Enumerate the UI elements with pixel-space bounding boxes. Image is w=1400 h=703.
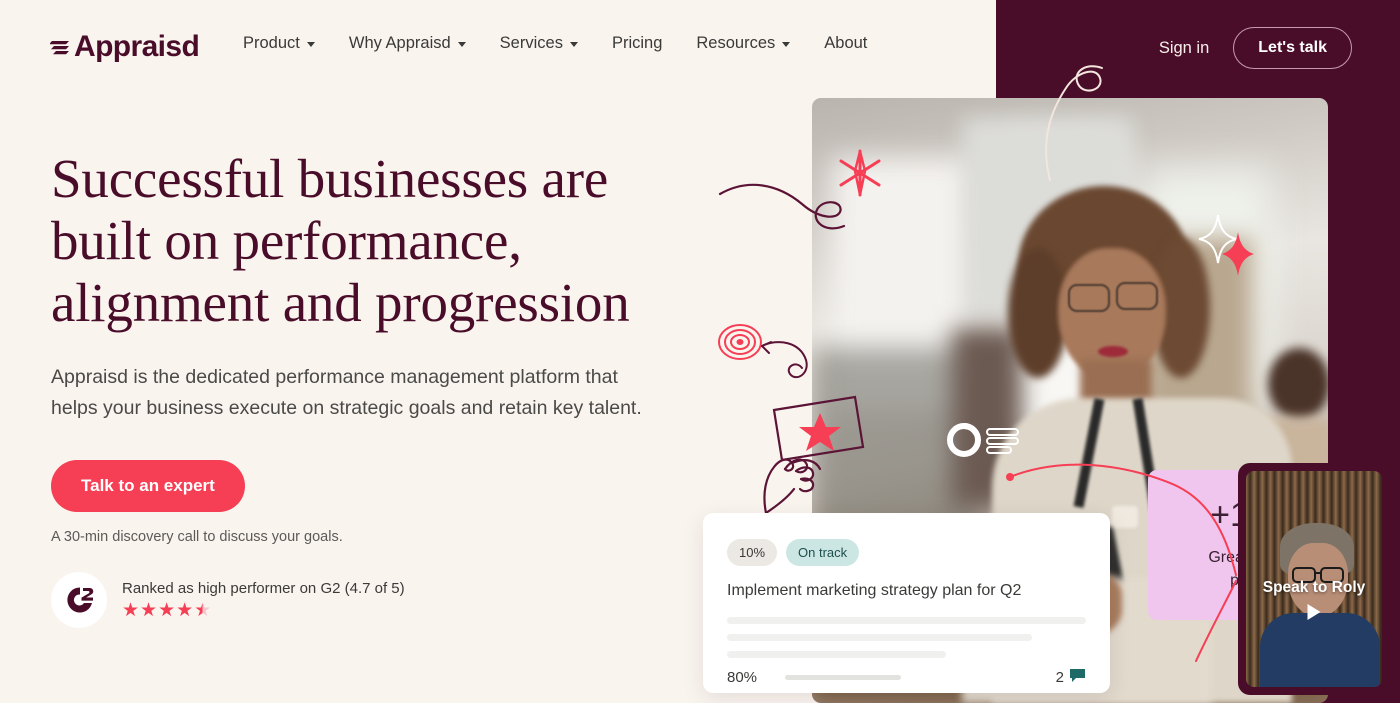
- goal-status-badge: On track: [786, 539, 860, 566]
- nav-item-why-appraisd-label: Why Appraisd: [348, 34, 451, 52]
- top-navigation-bar: Appraisd Product Why Appraisd Services P…: [0, 0, 1400, 94]
- chevron-down-icon: [782, 42, 791, 47]
- hero-copy: Successful businesses are built on perfo…: [51, 148, 691, 545]
- nav-actions: Sign in Let's talk: [1159, 27, 1352, 69]
- nav-item-pricing[interactable]: Pricing: [612, 34, 679, 53]
- chevron-down-icon: [569, 42, 578, 47]
- play-icon[interactable]: [1307, 604, 1321, 620]
- nav-item-resources[interactable]: Resources: [696, 34, 807, 53]
- star-icon: ★: [140, 600, 158, 621]
- appraisd-logo-mark-icon: [49, 35, 72, 59]
- red-sparkle-icon: [1220, 230, 1256, 283]
- g2-rating-text: Ranked as high performer on G2 (4.7 of 5…: [122, 580, 405, 597]
- goal-comments-count: 2: [1055, 669, 1064, 686]
- video-thumbnail[interactable]: Speak to Roly: [1246, 471, 1382, 687]
- goal-progress-bar: [785, 675, 901, 680]
- star-icon: ★: [122, 600, 140, 621]
- goal-percent-chip: 10%: [727, 539, 778, 566]
- placeholder-line: [727, 617, 1086, 624]
- star-icon: ★: [158, 600, 176, 621]
- speak-to-roly-video-widget[interactable]: Speak to Roly: [1238, 463, 1390, 695]
- nav-item-about[interactable]: About: [824, 34, 867, 53]
- nav-item-pricing-label: Pricing: [611, 34, 663, 52]
- goal-progress-label: 80%: [727, 669, 758, 686]
- nav-item-services-label: Services: [499, 34, 563, 52]
- white-donut-icon: [945, 421, 983, 459]
- half-star-icon: ★: [194, 600, 212, 621]
- goal-comments[interactable]: 2: [1056, 668, 1086, 687]
- dark-swirl-doodle: [718, 168, 878, 263]
- hand-holding-star-card-doodle: [758, 385, 873, 520]
- brand-name: Appraisd: [74, 30, 200, 63]
- nav-links: Product Why Appraisd Services Pricing Re…: [243, 34, 867, 53]
- landing-page: Appraisd Product Why Appraisd Services P…: [0, 0, 1400, 703]
- hero-subtitle: Appraisd is the dedicated performance ma…: [51, 366, 642, 419]
- g2-rating: Ranked as high performer on G2 (4.7 of 5…: [51, 572, 405, 628]
- chevron-down-icon: [457, 42, 466, 47]
- star-rating: ★ ★ ★ ★ ★: [122, 601, 405, 620]
- nav-item-services[interactable]: Services: [500, 34, 595, 53]
- cta-note: A 30-min discovery call to discuss your …: [51, 529, 343, 545]
- goal-chips: 10% On track: [727, 539, 1086, 566]
- video-title: Speak to Roly: [1262, 579, 1366, 596]
- nav-item-why-appraisd[interactable]: Why Appraisd: [349, 34, 483, 53]
- nav-item-product[interactable]: Product: [243, 34, 332, 53]
- chevron-down-icon: [306, 42, 315, 47]
- goal-placeholder-lines: [727, 617, 1086, 658]
- talk-to-an-expert-button[interactable]: Talk to an expert: [51, 460, 245, 512]
- g2-logo-icon: [51, 572, 107, 628]
- placeholder-line: [727, 634, 1033, 641]
- star-icon: ★: [176, 600, 194, 621]
- speech-bubble-icon: [1069, 668, 1086, 687]
- nav-item-resources-label: Resources: [696, 34, 776, 52]
- sign-in-link[interactable]: Sign in: [1159, 39, 1209, 58]
- page-title: Successful businesses are built on perfo…: [51, 148, 630, 333]
- placeholder-line: [727, 651, 946, 658]
- nav-item-product-label: Product: [243, 34, 300, 52]
- goal-title: Implement marketing strategy plan for Q2: [727, 582, 1022, 599]
- brand-logo[interactable]: Appraisd: [49, 30, 200, 64]
- lets-talk-button[interactable]: Let's talk: [1233, 27, 1352, 69]
- nav-item-about-label: About: [824, 34, 868, 52]
- goal-progress-card: 10% On track Implement marketing strateg…: [703, 513, 1110, 693]
- goal-footer: 80% 2: [727, 668, 1086, 687]
